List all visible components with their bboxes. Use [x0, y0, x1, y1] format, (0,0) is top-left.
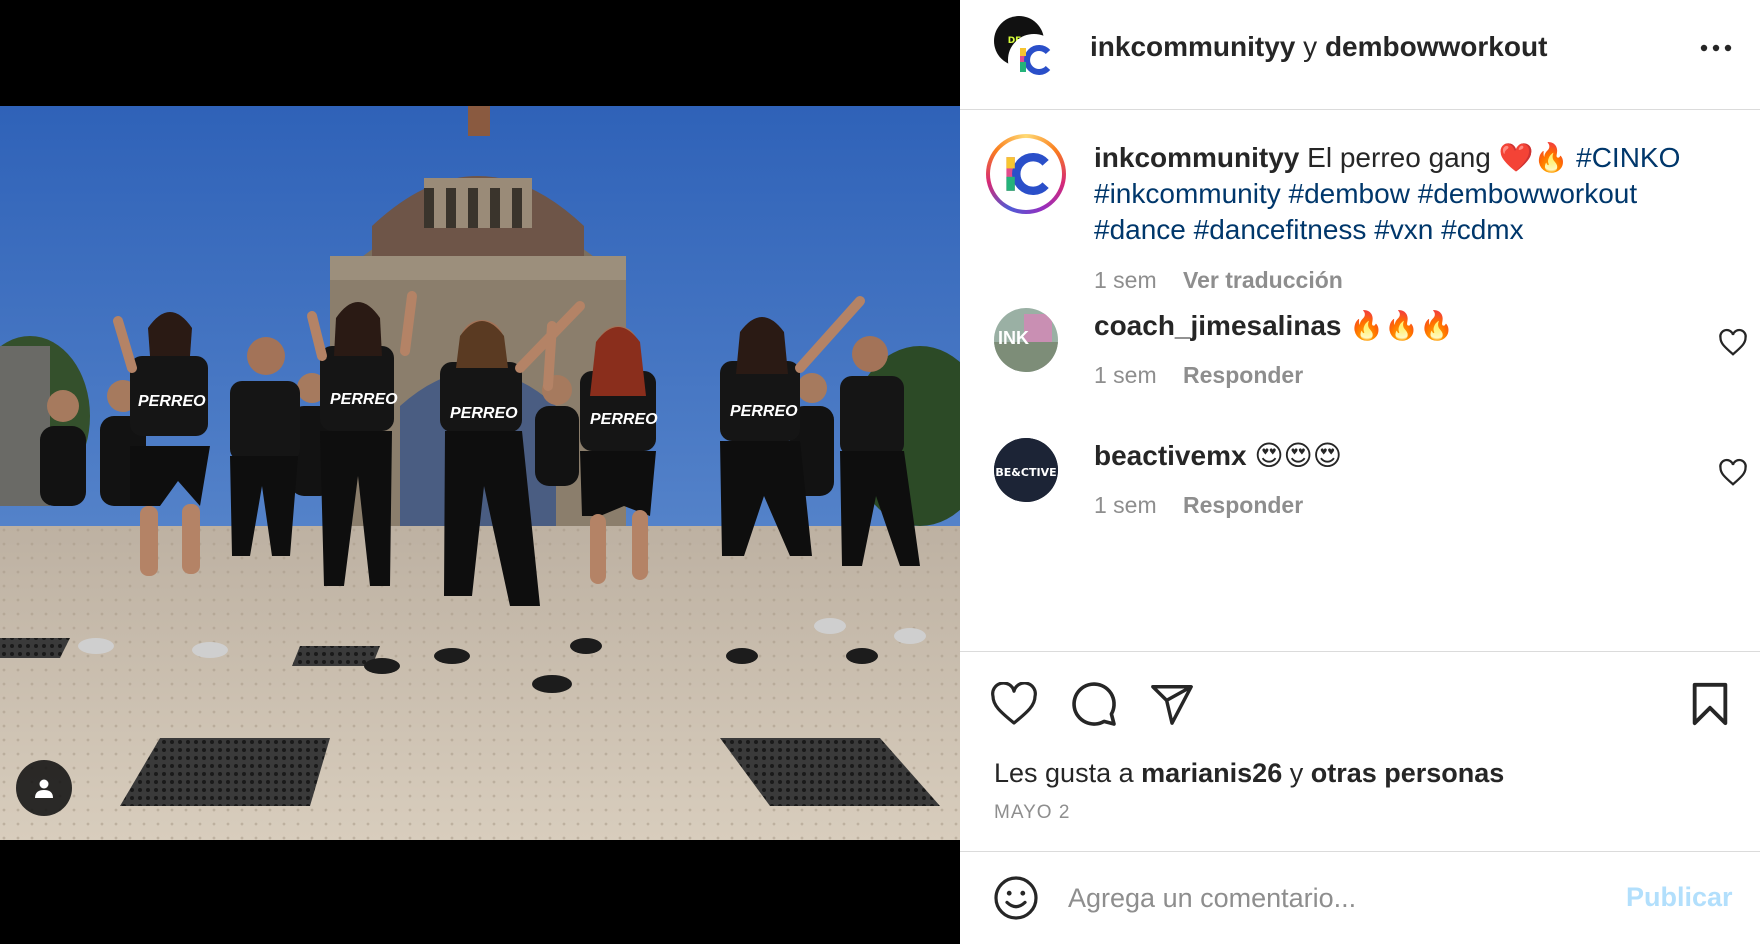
caption-time[interactable]: 1 sem: [1094, 267, 1157, 293]
paper-plane-icon: [1151, 685, 1193, 725]
comments-section: inkcommunityy El perreo gang ❤️🔥 #CINKO …: [960, 110, 1760, 652]
caption-avatar: [990, 138, 1062, 210]
comment-text: beactivemx 😍😍😍: [1094, 438, 1342, 474]
comment-username[interactable]: beactivemx: [1094, 440, 1247, 471]
post-header: DEM inkcommunityy y dembowworkout: [960, 0, 1760, 110]
heart-icon[interactable]: [1718, 458, 1748, 488]
header-user-link[interactable]: dembowworkout: [1325, 31, 1547, 62]
shirt-print: PERREO: [138, 393, 206, 410]
user-tag-icon: [35, 779, 53, 798]
post-actions: Les gusta a marianis26 y otras personas …: [960, 652, 1760, 852]
header-title: inkcommunityy y dembowworkout: [1090, 30, 1547, 64]
post-media: PERREO PERREO PERREO PERREO PERREO: [0, 0, 960, 944]
comment-username[interactable]: coach_jimesalinas: [1094, 310, 1341, 341]
caption-meta: 1 sem Ver traducción: [1094, 262, 1714, 298]
caption-username[interactable]: inkcommunityy: [1094, 142, 1299, 173]
post-photo[interactable]: PERREO PERREO PERREO PERREO PERREO: [0, 106, 960, 840]
bookmark-icon: [1692, 682, 1728, 726]
comment-body: 😍😍😍: [1254, 440, 1342, 471]
avatar-inkcommunityy[interactable]: [1008, 34, 1060, 86]
comment-time[interactable]: 1 sem: [1094, 492, 1157, 518]
likes-summary: Les gusta a marianis26 y otras personas: [994, 756, 1504, 790]
avatar-text: INK: [998, 328, 1029, 348]
post-date[interactable]: MAYO 2: [994, 802, 1070, 824]
comment-item: BE&CTIVE beactivemx 😍😍😍 1 sem Responder: [960, 438, 1760, 548]
share-button[interactable]: [1146, 678, 1198, 730]
heart-icon[interactable]: [1718, 328, 1748, 358]
more-options-button[interactable]: [1696, 30, 1736, 66]
shirt-print: PERREO: [590, 411, 658, 428]
avatar[interactable]: INK: [994, 308, 1058, 372]
collab-avatars[interactable]: DEM: [994, 16, 1066, 86]
post-side-panel: DEM inkcommunityy y dembowworkout: [960, 0, 1760, 944]
comment-meta: 1 sem Responder: [1094, 492, 1303, 519]
header-connector: y: [1303, 31, 1318, 62]
add-comment-bar: Publicar: [960, 852, 1760, 944]
likes-user-link[interactable]: marianis26: [1141, 758, 1282, 788]
avatar-image: INK: [994, 308, 1058, 372]
likes-connector: y: [1289, 758, 1304, 788]
ic-logo-icon: [1020, 45, 1051, 75]
reply-button[interactable]: Responder: [1183, 362, 1303, 388]
emoji-picker-button[interactable]: [992, 874, 1040, 922]
photo-illustration: PERREO PERREO PERREO PERREO PERREO: [0, 106, 960, 840]
comment-bubble-icon: [1072, 682, 1116, 726]
avatar-image: BE&CTIVE: [994, 438, 1058, 502]
likes-others-link[interactable]: otras personas: [1311, 758, 1505, 788]
caption-body: El perreo gang ❤️🔥: [1307, 142, 1569, 173]
avatar[interactable]: BE&CTIVE: [994, 438, 1058, 502]
comment-body: 🔥🔥🔥: [1349, 310, 1454, 341]
caption-avatar-story-ring[interactable]: [986, 134, 1066, 214]
likes-prefix: Les gusta a: [994, 758, 1134, 788]
smiley-icon: [994, 876, 1038, 920]
header-user-link[interactable]: inkcommunityy: [1090, 31, 1295, 62]
comment-time[interactable]: 1 sem: [1094, 362, 1157, 388]
comment-button[interactable]: [1068, 678, 1120, 730]
shirt-print: PERREO: [330, 391, 398, 408]
heart-icon: [991, 682, 1037, 725]
comment-input[interactable]: [1068, 874, 1568, 922]
post-caption: inkcommunityy El perreo gang ❤️🔥 #CINKO …: [1094, 140, 1714, 298]
more-horizontal-icon: [1700, 44, 1732, 52]
comment-meta: 1 sem Responder: [1094, 362, 1303, 389]
like-button[interactable]: [988, 678, 1040, 730]
ic-logo-icon: [1006, 153, 1049, 195]
save-button[interactable]: [1684, 678, 1736, 730]
shirt-print: PERREO: [450, 405, 518, 422]
see-translation-button[interactable]: Ver traducción: [1183, 267, 1343, 293]
reply-button[interactable]: Responder: [1183, 492, 1303, 518]
user-tag-button[interactable]: [16, 760, 72, 816]
comment-text: coach_jimesalinas 🔥🔥🔥: [1094, 308, 1454, 344]
comment-item: INK coach_jimesalinas 🔥🔥🔥 1 sem Responde…: [960, 308, 1760, 418]
shirt-print: PERREO: [730, 403, 798, 420]
avatar-text: BE&CTIVE: [995, 466, 1056, 479]
publish-comment-button[interactable]: Publicar: [1626, 882, 1733, 913]
